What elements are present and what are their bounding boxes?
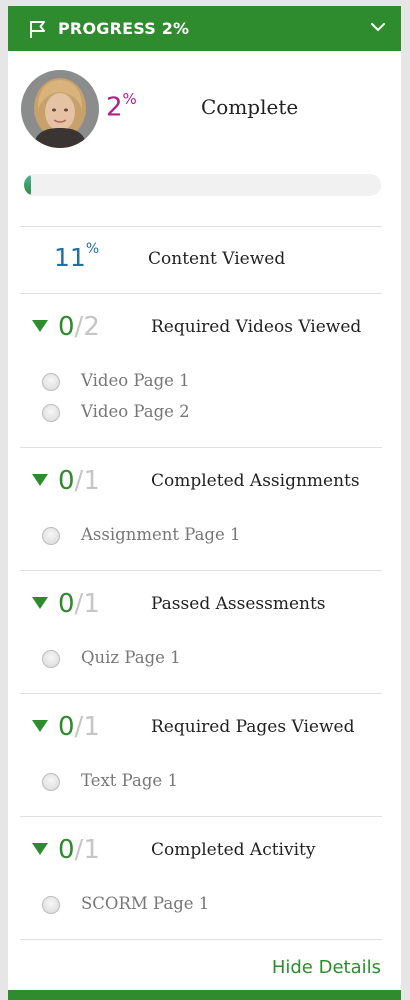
list-item[interactable]: Assignment Page 1 <box>42 525 342 547</box>
item-label[interactable]: Quiz Page 1 <box>81 648 181 667</box>
list-item[interactable]: Text Page 1 <box>42 771 342 793</box>
caret-down-icon[interactable] <box>32 843 48 855</box>
content-viewed-percent: 11% <box>54 240 100 272</box>
overall-progress-bar <box>24 174 381 196</box>
radio-circle-icon <box>42 404 60 422</box>
caret-down-icon[interactable] <box>32 597 48 609</box>
complete-label: Complete <box>201 95 299 119</box>
section-count: 0/1 <box>58 712 100 742</box>
section-label: Required Videos Viewed <box>151 317 362 337</box>
section-passed-assessments: 0/1 Passed Assessments Quiz Page 1 <box>8 571 401 693</box>
progress-bar-fill <box>24 174 32 196</box>
avatar <box>21 70 99 148</box>
flag-icon <box>30 20 45 38</box>
section-count: 0/2 <box>58 312 100 342</box>
radio-circle-icon <box>42 373 60 391</box>
caret-down-icon[interactable] <box>32 474 48 486</box>
overall-percent: 2% <box>106 90 137 123</box>
section-count: 0/1 <box>58 466 100 496</box>
section-required-videos: 0/2 Required Videos Viewed Video Page 1 … <box>8 294 401 447</box>
radio-circle-icon <box>42 527 60 545</box>
item-label[interactable]: Video Page 2 <box>81 402 190 421</box>
item-label[interactable]: Text Page 1 <box>81 771 178 790</box>
footer-bar <box>8 990 401 1000</box>
caret-down-icon[interactable] <box>32 720 48 732</box>
item-label[interactable]: Assignment Page 1 <box>81 525 241 544</box>
progress-panel: PROGRESS 2% 2% Complete 11% Content View… <box>8 6 401 1000</box>
section-label: Passed Assessments <box>151 594 326 614</box>
divider <box>20 226 382 227</box>
section-completed-activity: 0/1 Completed Activity SCORM Page 1 <box>8 817 401 939</box>
radio-circle-icon <box>42 773 60 791</box>
section-label: Completed Activity <box>151 840 316 860</box>
progress-header[interactable]: PROGRESS 2% <box>8 6 401 51</box>
progress-title: PROGRESS 2% <box>58 19 190 38</box>
section-label: Completed Assignments <box>151 471 360 491</box>
radio-circle-icon <box>42 896 60 914</box>
section-label: Required Pages Viewed <box>151 717 355 737</box>
section-count: 0/1 <box>58 589 100 619</box>
item-label[interactable]: Video Page 1 <box>81 371 190 390</box>
item-label[interactable]: SCORM Page 1 <box>81 894 209 913</box>
chevron-down-icon[interactable] <box>369 18 387 36</box>
list-item[interactable]: SCORM Page 1 <box>42 894 342 916</box>
hide-details-link[interactable]: Hide Details <box>272 957 381 978</box>
section-count: 0/1 <box>58 835 100 865</box>
content-viewed-label: Content Viewed <box>148 249 286 269</box>
list-item[interactable]: Video Page 1 <box>42 371 342 393</box>
section-required-pages: 0/1 Required Pages Viewed Text Page 1 <box>8 694 401 816</box>
radio-circle-icon <box>42 650 60 668</box>
list-item[interactable]: Video Page 2 <box>42 402 342 424</box>
list-item[interactable]: Quiz Page 1 <box>42 648 342 670</box>
section-completed-assignments: 0/1 Completed Assignments Assignment Pag… <box>8 448 401 570</box>
divider <box>20 939 382 940</box>
caret-down-icon[interactable] <box>32 320 48 332</box>
